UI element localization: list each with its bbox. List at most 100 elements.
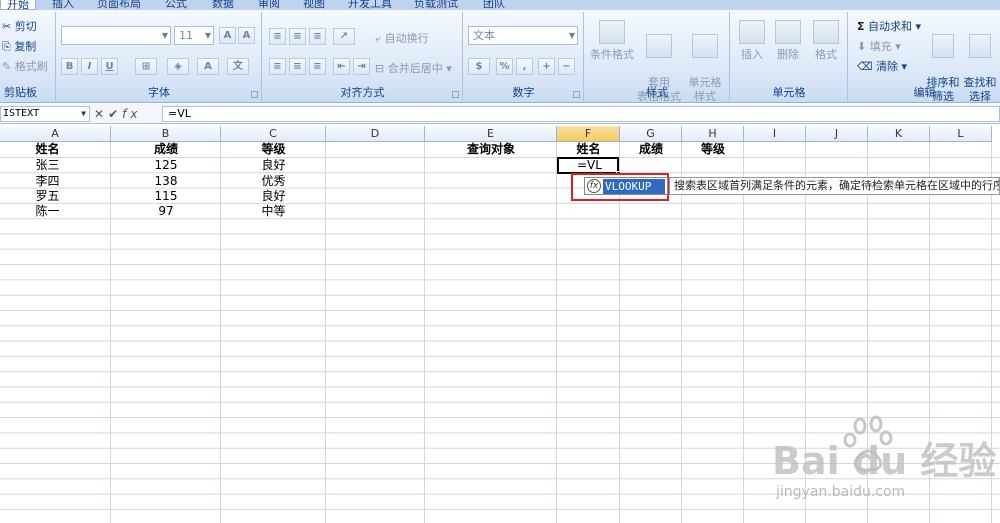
column-header-f[interactable]: F [557, 126, 620, 142]
tab-developer[interactable]: 开发工具 [348, 0, 392, 10]
table-row-score[interactable]: 115 [111, 189, 221, 204]
conditional-format-button[interactable]: 条件格式 [587, 20, 637, 62]
table-row-score[interactable]: 125 [111, 158, 221, 173]
active-cell-f2[interactable]: =VL [557, 157, 621, 176]
format-painter-label: 格式刷 [14, 60, 48, 73]
font-dialog-launcher[interactable] [251, 91, 258, 98]
italic-icon[interactable]: I [81, 58, 98, 75]
table-row-score[interactable]: 138 [111, 174, 221, 189]
cut-button[interactable]: ✂ 剪切 [2, 18, 37, 34]
enter-icon[interactable]: ✔ [108, 107, 122, 121]
cell-c1[interactable]: 等级 [221, 142, 326, 157]
align-right-icon[interactable]: ≡ [309, 58, 326, 75]
cell-e1[interactable]: 查询对象 [425, 142, 557, 157]
alignment-dialog-launcher[interactable] [452, 91, 459, 98]
align-top-icon[interactable]: ≡ [269, 28, 286, 45]
tab-team[interactable]: 团队 [483, 0, 505, 10]
column-header-i[interactable]: I [744, 126, 806, 142]
function-icon: fx [587, 179, 601, 193]
decrease-decimal-icon[interactable]: − [558, 58, 575, 75]
binoculars-icon [969, 34, 991, 58]
copy-button[interactable]: ⎘ 复制 [2, 38, 36, 54]
column-header-l[interactable]: L [930, 126, 992, 142]
table-row-name[interactable]: 李四 [0, 174, 95, 189]
column-header-e[interactable]: E [425, 126, 557, 142]
border-icon[interactable]: ⊞ [135, 58, 157, 75]
cell-g1[interactable]: 成绩 [620, 142, 682, 157]
table-row-score[interactable]: 97 [111, 204, 221, 219]
formula-input[interactable]: =VL [162, 106, 1000, 122]
table-row-name[interactable]: 张三 [0, 158, 95, 173]
fill-down-icon: ⬇ [857, 40, 867, 53]
number-dialog-launcher[interactable] [573, 91, 580, 98]
font-color-icon[interactable]: A [197, 58, 219, 75]
format-cells-button[interactable]: 格式 [807, 20, 845, 62]
cell-f1[interactable]: 姓名 [557, 142, 620, 157]
cell-h1[interactable]: 等级 [682, 142, 744, 157]
column-header-a[interactable]: A [0, 126, 111, 142]
function-autocomplete-list: fx VLOOKUP [584, 177, 668, 195]
table-row-grade[interactable]: 中等 [221, 204, 326, 219]
column-header-b[interactable]: B [111, 126, 221, 142]
decrease-indent-icon[interactable]: ⇤ [333, 58, 350, 75]
tab-review[interactable]: 审阅 [258, 0, 280, 10]
tab-home[interactable]: 开始 [0, 0, 36, 10]
tab-load-test[interactable]: 负载测试 [414, 0, 458, 10]
fill-button[interactable]: ⬇ 填充 ▾ [857, 38, 901, 54]
name-box[interactable]: ISTEXT ▼ [0, 106, 90, 122]
column-header-d[interactable]: D [326, 126, 425, 142]
tab-view[interactable]: 视图 [303, 0, 325, 10]
align-center-icon[interactable]: ≡ [289, 58, 306, 75]
column-header-h[interactable]: H [682, 126, 744, 142]
orientation-icon[interactable]: ↗ [333, 28, 355, 45]
column-header-g[interactable]: G [620, 126, 682, 142]
bold-icon[interactable]: B [61, 58, 78, 75]
ribbon-tabs: 开始 插入 页面布局 公式 数据 审阅 视图 开发工具 负载测试 团队 [0, 0, 1000, 10]
wrap-text-button[interactable]: ⤶ 自动换行 [375, 30, 429, 46]
percent-icon[interactable]: % [496, 58, 513, 75]
autocomplete-item-vlookup[interactable]: VLOOKUP [603, 179, 665, 194]
cell-a1[interactable]: 姓名 [0, 142, 95, 157]
increase-indent-icon[interactable]: ⇥ [353, 58, 370, 75]
tab-formulas[interactable]: 公式 [165, 0, 187, 10]
comma-icon[interactable]: , [516, 58, 533, 75]
increase-decimal-icon[interactable]: + [538, 58, 555, 75]
font-name-combo[interactable]: ▼ [61, 26, 171, 45]
merge-center-button[interactable]: ⊟ 合并后居中 ▾ [375, 60, 452, 76]
copy-label: 复制 [14, 40, 37, 53]
cells-group-label: 单元格 [772, 86, 806, 99]
table-row-grade[interactable]: 良好 [221, 189, 326, 204]
merge-icon: ⊟ [375, 62, 385, 75]
underline-icon[interactable]: U [101, 58, 118, 75]
font-size-combo[interactable]: 11 ▼ [174, 26, 214, 45]
table-row-name[interactable]: 陈一 [0, 204, 95, 219]
clear-button[interactable]: ⌫ 清除 ▾ [857, 58, 907, 74]
delete-cells-button[interactable]: 删除 [769, 20, 807, 62]
align-left-icon[interactable]: ≡ [269, 58, 286, 75]
table-row-grade[interactable]: 优秀 [221, 174, 326, 189]
currency-icon[interactable]: $ [468, 58, 490, 75]
insert-cells-button[interactable]: 插入 [733, 20, 771, 62]
wrap-text-label: 自动换行 [384, 32, 429, 45]
format-painter-button[interactable]: ✎ 格式刷 [2, 58, 48, 74]
cell-b1[interactable]: 成绩 [111, 142, 221, 157]
shrink-font-icon[interactable]: A [238, 27, 255, 44]
tab-data[interactable]: 数据 [212, 0, 234, 10]
column-header-c[interactable]: C [221, 126, 326, 142]
table-row-grade[interactable]: 良好 [221, 158, 326, 173]
column-header-j[interactable]: J [806, 126, 868, 142]
phonetic-icon[interactable]: 文 [227, 58, 249, 75]
align-middle-icon[interactable]: ≡ [289, 28, 306, 45]
number-format-combo[interactable]: 文本 ▼ [468, 26, 578, 45]
insert-function-icon[interactable]: fx [122, 107, 141, 121]
brush-icon: ✎ [2, 60, 12, 73]
grow-font-icon[interactable]: A [219, 27, 236, 44]
table-row-name[interactable]: 罗五 [0, 189, 95, 204]
tab-insert[interactable]: 插入 [52, 0, 74, 10]
align-bottom-icon[interactable]: ≡ [309, 28, 326, 45]
fill-color-icon[interactable]: ◈ [167, 58, 189, 75]
autosum-button[interactable]: Σ 自动求和 ▾ [857, 18, 921, 34]
tab-page-layout[interactable]: 页面布局 [97, 0, 141, 10]
column-header-k[interactable]: K [868, 126, 930, 142]
cancel-icon[interactable]: ✕ [94, 107, 108, 121]
